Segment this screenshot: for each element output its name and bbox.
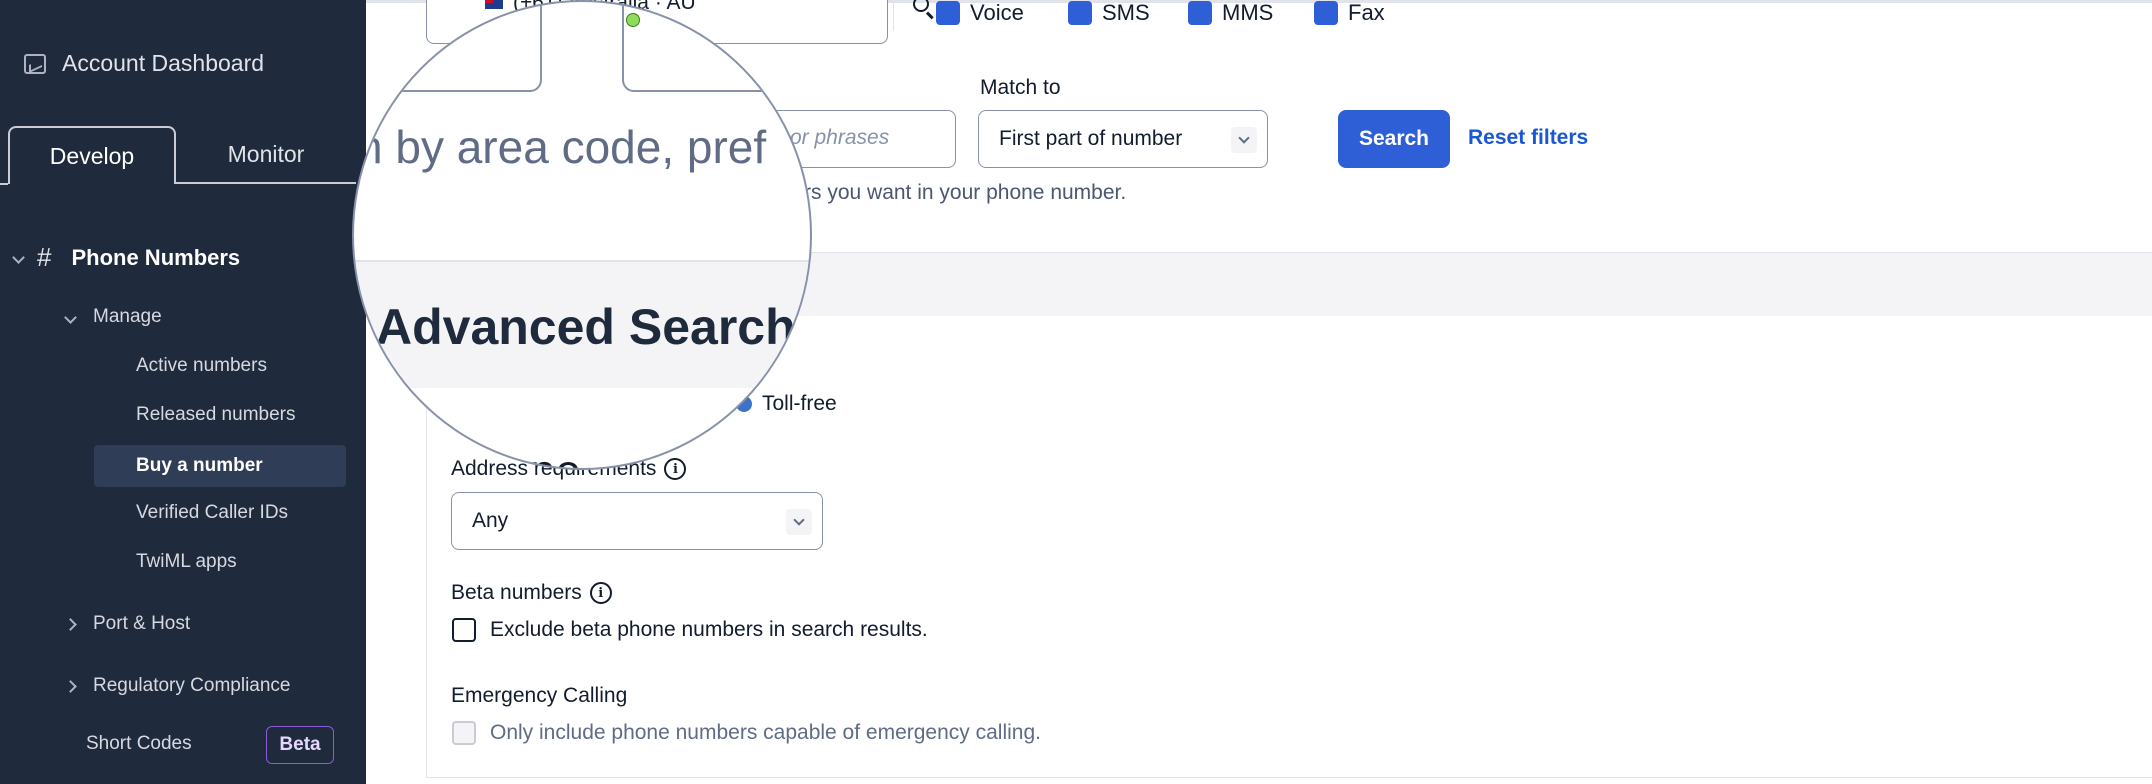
capability-label: Fax <box>1348 0 1385 25</box>
emergency-calling-checkbox <box>452 721 476 745</box>
magnifier-handle[interactable] <box>626 13 640 27</box>
voice-checkbox[interactable] <box>936 1 960 25</box>
chevron-down-icon <box>1231 127 1257 153</box>
lens-type-fragment: type <box>494 444 581 468</box>
sidebar-item-regulatory-compliance[interactable]: Regulatory Compliance <box>64 675 291 697</box>
chevron-right-icon <box>64 679 77 693</box>
sidebar-item-port-host[interactable]: Port & Host <box>64 613 191 635</box>
sidebar-item-buy-a-number[interactable]: Buy a number <box>94 445 346 487</box>
search-button[interactable]: Search <box>1338 110 1450 168</box>
emergency-calling-option: Only include phone numbers capable of em… <box>452 721 1041 745</box>
tab-monitor[interactable]: Monitor <box>176 126 356 184</box>
account-dashboard-label: Account Dashboard <box>62 50 265 76</box>
info-icon[interactable]: i <box>589 582 612 604</box>
hash-icon: # <box>37 242 52 272</box>
sidebar: Account Dashboard Develop Monitor # Phon… <box>0 0 366 784</box>
sidebar-item-label: Manage <box>93 306 162 327</box>
lens-content: ch by area code, pref Advanced Search ty… <box>352 2 810 468</box>
reset-filters-link[interactable]: Reset filters <box>1468 126 1588 150</box>
sms-checkbox[interactable] <box>1068 1 1092 25</box>
beta-numbers-text: Beta numbers <box>451 581 582 604</box>
capability-mms[interactable]: MMS <box>1188 0 1273 26</box>
address-requirements-select[interactable]: Any <box>451 492 823 550</box>
chevron-down-icon <box>488 2 512 12</box>
capability-fax[interactable]: Fax <box>1314 0 1385 26</box>
exclude-beta-label: Exclude beta phone numbers in search res… <box>490 618 928 641</box>
tab-develop[interactable]: Develop <box>8 126 176 184</box>
sidebar-item-label: Phone Numbers <box>71 244 241 270</box>
address-requirements-value: Any <box>472 509 509 532</box>
beta-badge: Beta <box>266 726 334 764</box>
capability-label: Voice <box>970 0 1024 25</box>
lens-search-field <box>622 2 810 92</box>
beta-numbers-label: Beta numbers i <box>451 581 612 605</box>
capability-label: MMS <box>1222 0 1274 25</box>
capability-label: SMS <box>1102 0 1150 25</box>
chevron-down-icon <box>64 310 77 324</box>
advanced-search-title: Advanced Search <box>376 299 796 355</box>
capability-voice[interactable]: Voice <box>936 0 1024 26</box>
sidebar-item-verified-caller-ids[interactable]: Verified Caller IDs <box>136 502 288 524</box>
match-to-value: First part of number <box>999 127 1183 150</box>
app-root: Account Dashboard Develop Monitor # Phon… <box>0 0 2152 784</box>
chevron-down-icon <box>12 251 25 264</box>
exclude-beta-option[interactable]: Exclude beta phone numbers in search res… <box>452 618 928 642</box>
sidebar-item-twiml-apps[interactable]: TwiML apps <box>136 551 237 573</box>
sidebar-item-label: Regulatory Compliance <box>93 675 291 696</box>
search-help-text: cters you want in your phone number. <box>776 181 1127 204</box>
tab-divider <box>0 183 8 185</box>
match-to-label: Match to <box>980 76 1061 99</box>
search-icon <box>912 0 929 12</box>
sidebar-item-released-numbers[interactable]: Released numbers <box>136 404 295 426</box>
sidebar-item-phone-numbers[interactable]: # Phone Numbers <box>12 242 241 273</box>
capability-sms[interactable]: SMS <box>1068 0 1150 26</box>
exclude-beta-checkbox[interactable] <box>452 618 476 642</box>
lens-search-placeholder: ch by area code, pref <box>352 121 767 173</box>
sidebar-item-label: Port & Host <box>93 613 191 634</box>
match-to-select[interactable]: First part of number <box>978 110 1268 168</box>
mms-checkbox[interactable] <box>1188 1 1212 25</box>
lens-country-select <box>364 2 542 92</box>
account-dashboard-link[interactable]: Account Dashboard <box>24 50 264 77</box>
emergency-calling-text: Only include phone numbers capable of em… <box>490 721 1041 744</box>
sidebar-item-active-numbers[interactable]: Active numbers <box>136 355 267 377</box>
sidebar-item-manage[interactable]: Manage <box>64 306 162 328</box>
chevron-right-icon <box>64 617 77 631</box>
magnifier-lens: ch by area code, pref Advanced Search ty… <box>352 0 812 470</box>
emergency-calling-label: Emergency Calling <box>451 684 628 707</box>
sidebar-item-short-codes[interactable]: Short Codes <box>86 733 192 755</box>
chart-icon <box>24 53 46 74</box>
chevron-down-icon <box>786 509 812 535</box>
sidebar-tabs: Develop Monitor <box>0 126 356 184</box>
fax-checkbox[interactable] <box>1314 1 1338 25</box>
